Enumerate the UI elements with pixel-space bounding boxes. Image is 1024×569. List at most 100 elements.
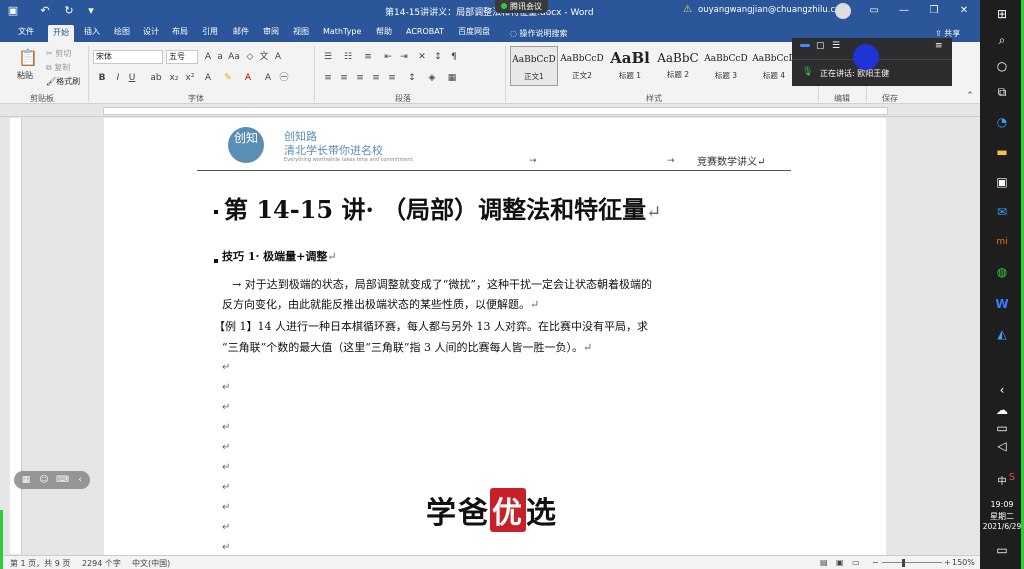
- web-layout-icon[interactable]: ▭: [852, 558, 860, 567]
- paragraph-line[interactable]: 【例 1】14 人进行一种日本棋循环赛，每人都与另外 13 人对弈。在比赛中没有…: [214, 318, 648, 334]
- tab-review[interactable]: 审阅: [263, 25, 279, 39]
- document-page[interactable]: 创知 创知路 清北学长带你进名校 Everything worthwhile t…: [104, 118, 886, 558]
- mi-icon[interactable]: mi: [992, 232, 1012, 252]
- cortana-icon[interactable]: ○: [992, 56, 1012, 76]
- clock-time[interactable]: 19:09: [986, 500, 1018, 509]
- style-body-2[interactable]: AaBbCcD 正文2: [558, 46, 606, 86]
- onedrive-icon[interactable]: ☁: [992, 400, 1012, 420]
- numbering-icon[interactable]: ☷: [342, 51, 354, 63]
- highlight-icon[interactable]: ✎: [222, 72, 234, 84]
- horizontal-ruler[interactable]: [0, 105, 980, 117]
- clear-formatting-icon[interactable]: ◇: [244, 51, 256, 63]
- style-body-1[interactable]: AaBbCcD 正文1: [510, 46, 558, 86]
- change-case-icon[interactable]: Aa: [228, 51, 240, 63]
- align-left-icon[interactable]: ≡: [322, 72, 334, 84]
- account-email[interactable]: ouyangwangjian@chuangzhilu.cn: [698, 5, 841, 15]
- zoom-in-icon[interactable]: +: [944, 558, 951, 567]
- bullets-icon[interactable]: ☰: [322, 51, 334, 63]
- volume-icon[interactable]: ◁: [992, 436, 1012, 456]
- undo-icon[interactable]: ↶: [38, 4, 52, 18]
- font-size-select[interactable]: 五号: [166, 50, 198, 64]
- search-icon[interactable]: ⌕: [992, 30, 1012, 50]
- file-explorer-icon[interactable]: ▬: [992, 142, 1012, 162]
- sort-icon[interactable]: ↕: [432, 51, 444, 63]
- decrease-indent-icon[interactable]: ⇤: [382, 51, 394, 63]
- tray-expand-icon[interactable]: ‹: [992, 380, 1012, 400]
- warning-icon[interactable]: ⚠: [683, 4, 692, 15]
- mail-icon[interactable]: ✉: [992, 202, 1012, 222]
- shading-icon[interactable]: ◈: [426, 72, 438, 84]
- italic-icon[interactable]: I: [112, 72, 124, 84]
- tell-me-search[interactable]: ◌ 操作说明搜索: [510, 28, 568, 39]
- borders-icon[interactable]: ▦: [446, 72, 458, 84]
- tab-help[interactable]: 帮助: [376, 25, 392, 39]
- section-heading[interactable]: 技巧 1· 极端量+调整↵: [222, 248, 337, 264]
- notifications-icon[interactable]: ▭: [992, 540, 1012, 560]
- multilevel-list-icon[interactable]: ≡: [362, 51, 374, 63]
- tab-file[interactable]: 文件: [18, 25, 34, 39]
- tab-layout[interactable]: 布局: [172, 25, 188, 39]
- clipboard-icon[interactable]: 📋: [18, 48, 38, 68]
- justify-icon[interactable]: ≡: [370, 72, 382, 84]
- paragraph-line[interactable]: “三角联”个数的最大值（这里“三角联”指 3 人间的比赛每人皆一胜一负）。↵: [222, 339, 592, 355]
- grid-icon[interactable]: ▦: [20, 474, 32, 486]
- clock-weekday[interactable]: 星期二: [986, 511, 1018, 522]
- save-icon[interactable]: ▣: [6, 4, 20, 18]
- wechat-icon[interactable]: ◍: [992, 262, 1012, 282]
- window-icon[interactable]: ▢: [816, 41, 825, 51]
- store-icon[interactable]: ▣: [992, 172, 1012, 192]
- restore-icon[interactable]: ❐: [926, 3, 942, 19]
- distributed-icon[interactable]: ≡: [386, 72, 398, 84]
- list-icon[interactable]: ☰: [832, 41, 840, 51]
- collapse-icon[interactable]: ‹: [74, 474, 86, 486]
- phonetic-guide-icon[interactable]: 文: [258, 51, 270, 63]
- increase-indent-icon[interactable]: ⇥: [398, 51, 410, 63]
- align-right-icon[interactable]: ≡: [354, 72, 366, 84]
- task-view-icon[interactable]: ⧉: [992, 82, 1012, 102]
- format-painter-button[interactable]: 🖌格式刷: [46, 76, 80, 87]
- word-count[interactable]: 2294 个字: [82, 558, 121, 569]
- bold-icon[interactable]: B: [96, 72, 108, 84]
- zoom-out-icon[interactable]: −: [872, 558, 879, 567]
- zoom-thumb[interactable]: [902, 559, 905, 567]
- menu-icon[interactable]: ≡: [935, 41, 943, 51]
- clock-date[interactable]: 2021/6/29: [980, 522, 1024, 531]
- tab-references[interactable]: 引用: [202, 25, 218, 39]
- tab-design[interactable]: 设计: [143, 25, 159, 39]
- zoom-slider[interactable]: [882, 562, 942, 563]
- paragraph-line[interactable]: → 对于达到极端的状态，局部调整就变成了“微扰”，这种干扰一定会让状态朝着极端的: [232, 276, 652, 292]
- style-heading-2[interactable]: AaBbC 标题 2: [654, 46, 702, 86]
- style-heading-4[interactable]: AaBbCcD 标题 4: [750, 46, 798, 86]
- keyboard-icon[interactable]: ⌨: [56, 474, 69, 486]
- zoom-level[interactable]: 150%: [952, 558, 975, 567]
- style-heading-3[interactable]: AaBbCcD 标题 3: [702, 46, 750, 86]
- show-marks-icon[interactable]: ¶: [448, 51, 460, 63]
- print-layout-icon[interactable]: ▣: [836, 558, 844, 567]
- tab-baidu-netdisk[interactable]: 百度网盘: [458, 25, 490, 39]
- tencent-meeting-icon[interactable]: ◭: [992, 324, 1012, 344]
- strikethrough-icon[interactable]: ab: [150, 72, 162, 84]
- collapse-ribbon-icon[interactable]: ⌃: [964, 90, 976, 102]
- network-icon[interactable]: ▭: [992, 418, 1012, 438]
- enclose-characters-icon[interactable]: ㊀: [278, 72, 290, 84]
- tab-draw[interactable]: 绘图: [114, 25, 130, 39]
- tab-mathtype[interactable]: MathType: [323, 25, 361, 39]
- text-effects-icon[interactable]: A: [202, 72, 214, 84]
- line-spacing-icon[interactable]: ↕: [406, 72, 418, 84]
- language-status[interactable]: 中文(中国): [132, 558, 170, 569]
- tab-acrobat[interactable]: ACROBAT: [406, 25, 444, 39]
- page-count[interactable]: 第 1 页，共 9 页: [10, 558, 70, 569]
- emoji-icon[interactable]: ☺: [38, 474, 50, 486]
- redo-icon[interactable]: ↻: [62, 4, 76, 18]
- tab-view[interactable]: 视图: [293, 25, 309, 39]
- copy-button[interactable]: ⧉ 复制: [46, 62, 70, 73]
- tab-home[interactable]: 开始: [48, 25, 74, 42]
- sogou-icon[interactable]: S: [1002, 468, 1022, 488]
- ribbon-display-icon[interactable]: ▭: [866, 3, 882, 19]
- tab-insert[interactable]: 插入: [84, 25, 100, 39]
- customize-qat-icon[interactable]: ▾: [84, 4, 98, 18]
- superscript-icon[interactable]: x²: [184, 72, 196, 84]
- word-icon[interactable]: W: [992, 294, 1012, 314]
- avatar[interactable]: [835, 3, 851, 19]
- underline-icon[interactable]: U: [126, 72, 138, 84]
